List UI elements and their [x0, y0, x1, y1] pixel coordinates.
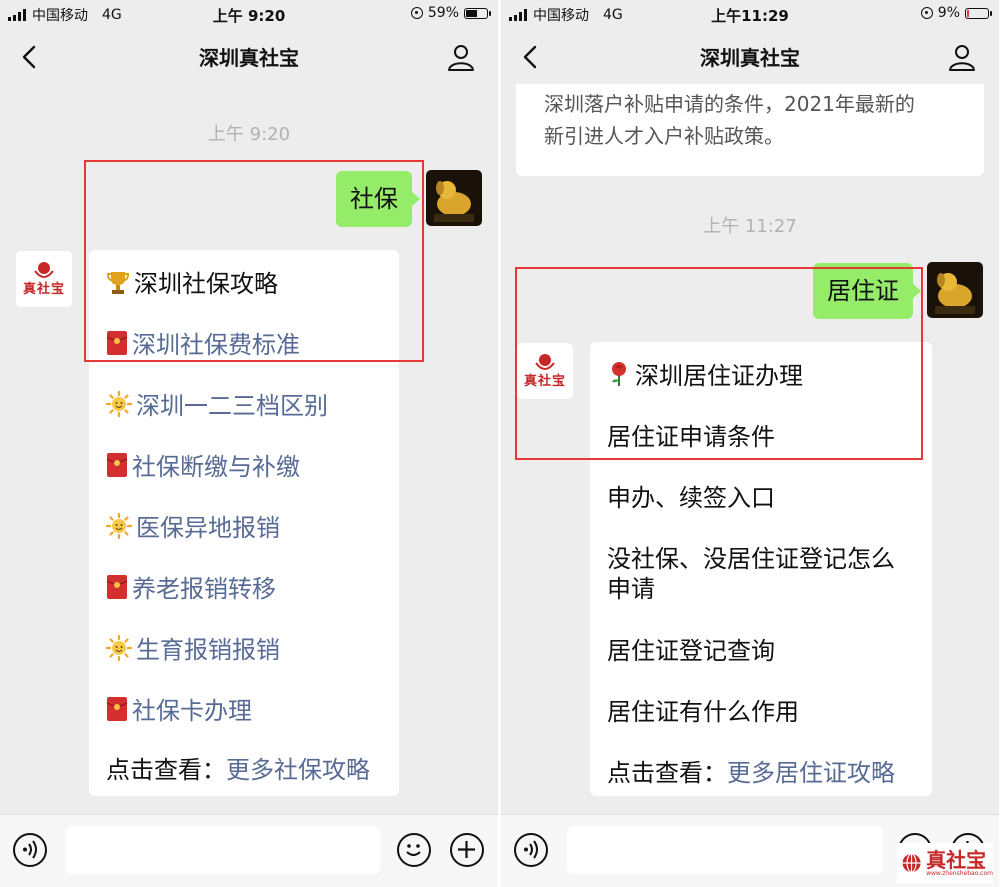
link-apply-renew-entry[interactable]: 申办、续签入口 — [607, 478, 932, 513]
sun-icon — [105, 390, 133, 423]
previous-article-line: 深圳落户补贴申请的条件，2021年最新的 — [544, 92, 915, 116]
watermark-domain: www.zhenshebao.com — [926, 869, 993, 877]
battery-percent: 59% — [427, 5, 459, 21]
zhenshebao-logo-icon — [34, 262, 54, 278]
sun-icon — [105, 634, 133, 667]
plus-icon — [458, 841, 475, 858]
golden-dog-avatar-icon — [426, 170, 482, 226]
chat-title: 深圳真社宝 — [199, 46, 299, 70]
message-timestamp: 上午 9:20 — [207, 124, 291, 145]
footer-prefix: 点击查看： — [607, 759, 727, 787]
voice-icon — [23, 840, 37, 859]
previous-article-text: 深圳落户补贴申请的条件，2021年最新的 新引进人才入户补贴政策。 — [544, 88, 964, 152]
menu-link-row[interactable]: 社保卡办理 — [106, 691, 399, 728]
battery-charging-icon — [965, 7, 992, 19]
menu-link-row[interactable]: 养老报销转移 — [106, 569, 399, 606]
battery-percent: 9% — [937, 5, 960, 21]
user-avatar[interactable] — [927, 262, 983, 318]
link-no-insurance-how-to-apply-cont[interactable]: 申请 — [607, 569, 932, 604]
nav-bar: 深圳真社宝 — [501, 30, 999, 84]
more-button[interactable] — [450, 833, 484, 867]
voice-button[interactable] — [514, 833, 548, 867]
menu-link-row[interactable]: 社保断缴与补缴 — [106, 447, 399, 484]
link-residence-permit-uses[interactable]: 居住证有什么作用 — [607, 692, 932, 727]
message-timestamp: 上午 11:27 — [703, 216, 797, 237]
voice-icon — [524, 840, 538, 859]
battery-icon — [464, 7, 491, 19]
profile-icon[interactable] — [947, 42, 977, 72]
footer-row: 点击查看：更多社保攻略 — [106, 750, 399, 785]
rotation-lock-icon — [920, 7, 933, 19]
menu-link-row[interactable]: 生育报销报销 — [105, 630, 399, 667]
footer-row: 点击查看：更多居住证攻略 — [607, 753, 932, 788]
emoji-button[interactable] — [397, 833, 431, 867]
watermark-name: 真社宝 — [926, 847, 987, 872]
user-avatar[interactable] — [426, 170, 482, 226]
more-guides-link[interactable]: 更多居住证攻略 — [727, 759, 895, 787]
red-envelope-icon — [106, 574, 128, 606]
message-input[interactable] — [567, 826, 883, 874]
sun-icon — [105, 512, 133, 545]
menu-link-text[interactable]: 医保异地报销 — [136, 514, 280, 542]
nav-bar: 深圳真社宝 — [0, 30, 498, 84]
right-phone-screen: 中国移动 4G 上午11:29 9% 深圳落户补贴申请的条件，2021年最新的 … — [501, 0, 999, 887]
more-guides-link[interactable]: 更多社保攻略 — [226, 756, 370, 784]
status-bar: 中国移动 4G 上午 9:20 59% — [0, 0, 498, 30]
watermark-text: 真社宝 www.zhenshebao.com — [926, 850, 993, 877]
bot-avatar[interactable]: 真社宝 — [16, 251, 72, 307]
menu-link-text[interactable]: 养老报销转移 — [132, 575, 276, 603]
highlight-box — [515, 267, 923, 460]
menu-link-text[interactable]: 生育报销报销 — [136, 636, 280, 664]
chat-title: 深圳真社宝 — [700, 46, 800, 70]
highlight-box — [84, 160, 424, 362]
previous-article-line: 新引进人才入户补贴政策。 — [544, 124, 784, 148]
rotation-lock-icon — [410, 7, 423, 19]
menu-link-row[interactable]: 深圳一二三档区别 — [105, 386, 399, 423]
battery-info: 59% — [410, 5, 491, 21]
input-bar — [0, 814, 498, 887]
menu-link-text[interactable]: 社保卡办理 — [132, 697, 252, 725]
watermark-logo: 真社宝 www.zhenshebao.com — [897, 843, 993, 883]
profile-icon[interactable] — [446, 42, 476, 72]
left-phone-screen: 中国移动 4G 上午 9:20 59% 深圳真社宝 上午 9:20 社保 真社宝 — [0, 0, 498, 887]
golden-dog-avatar-icon — [927, 262, 983, 318]
red-envelope-icon — [106, 696, 128, 728]
bot-avatar-name: 真社宝 — [22, 282, 65, 297]
status-bar: 中国移动 4G 上午11:29 9% — [501, 0, 999, 30]
battery-info: 9% — [920, 5, 992, 21]
link-registration-query[interactable]: 居住证登记查询 — [607, 631, 932, 666]
menu-link-text[interactable]: 社保断缴与补缴 — [132, 453, 300, 481]
zhenshebao-globe-icon — [902, 853, 921, 873]
message-input[interactable] — [66, 826, 380, 874]
red-envelope-icon — [106, 452, 128, 484]
voice-button[interactable] — [13, 833, 47, 867]
footer-prefix: 点击查看： — [106, 756, 226, 784]
smile-icon — [406, 844, 421, 856]
previous-article-card[interactable]: 深圳落户补贴申请的条件，2021年最新的 新引进人才入户补贴政策。 — [516, 84, 984, 176]
menu-link-row[interactable]: 医保异地报销 — [105, 508, 399, 545]
menu-link-text[interactable]: 深圳一二三档区别 — [136, 392, 328, 420]
